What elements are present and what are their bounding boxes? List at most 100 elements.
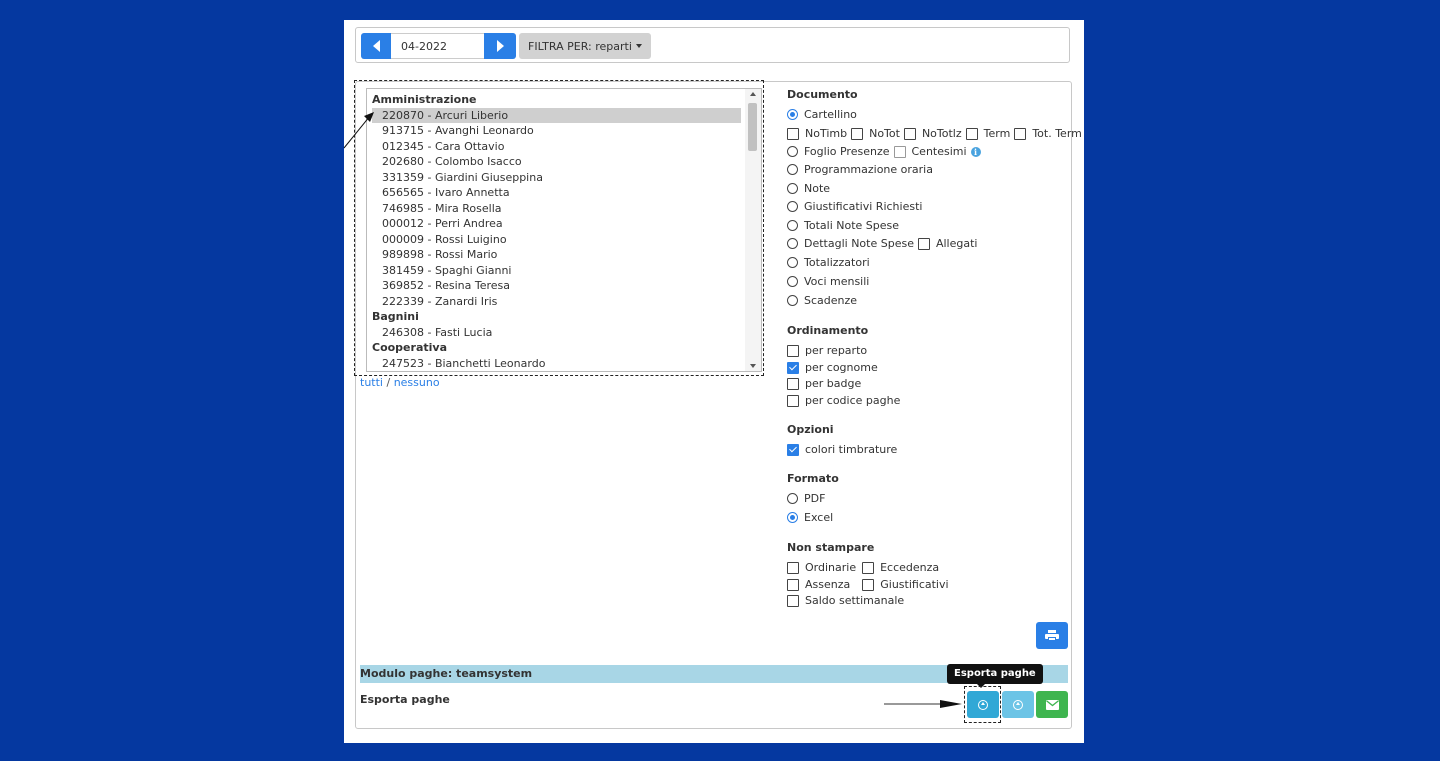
option-per-badge[interactable]: per badge [787,377,861,390]
label-notimb: NoTimb [805,127,848,140]
checkbox-per-reparto[interactable] [787,344,799,357]
label-totterm: Tot. Term [1032,127,1082,140]
chevron-down-icon [635,44,642,48]
checkbox-per-codice[interactable] [787,394,799,407]
circle-arrow-up-icon [1013,699,1023,710]
label-per-cognome: per cognome [805,361,878,374]
radio-cartellino[interactable] [787,109,798,120]
checkbox-allegati[interactable] [917,237,930,250]
label-cartellino: Cartellino [804,108,857,121]
checkbox-per-badge[interactable] [787,377,799,390]
option-cartellino[interactable]: Cartellino [787,108,857,121]
option-foglio[interactable]: Foglio Presenze Centesimi i [787,145,981,158]
radio-voci[interactable] [787,276,798,287]
section-title-non-stampare: Non stampare [787,541,875,554]
select-none-link[interactable]: nessuno [394,376,440,389]
month-input[interactable] [391,33,484,59]
checkbox-term[interactable] [965,127,978,140]
scroll-down-icon[interactable] [750,364,756,368]
info-icon[interactable]: i [970,146,981,157]
checkbox-giustificativi-ns[interactable] [862,578,875,591]
employee-item[interactable]: 331359 - Giardini Giuseppina [372,170,741,186]
option-per-codice[interactable]: per codice paghe [787,394,900,407]
list-scrollbar[interactable] [745,89,761,371]
caret-right-icon [496,40,504,52]
option-totali-note[interactable]: Totali Note Spese [787,219,899,232]
employee-item[interactable]: 246308 - Fasti Lucia [372,325,741,341]
employee-item[interactable]: 913715 - Avanghi Leonardo [372,123,741,139]
employee-item[interactable]: 247523 - Bianchetti Leonardo [372,356,741,372]
radio-programmazione[interactable] [787,164,798,175]
label-pdf: PDF [804,492,826,505]
checkbox-totterm[interactable] [1014,127,1027,140]
option-voci[interactable]: Voci mensili [787,275,869,288]
employee-item[interactable]: 656565 - Ivaro Annetta [372,185,741,201]
next-month-button[interactable] [484,33,516,59]
option-pdf[interactable]: PDF [787,492,825,505]
scroll-up-icon[interactable] [750,92,756,96]
radio-totalizzatori[interactable] [787,257,798,268]
report-card: FILTRA PER: reparti Amministrazione 2208… [343,20,1084,743]
label-per-badge: per badge [805,377,862,390]
employee-item[interactable]: 746985 - Mira Rosella [372,201,741,217]
label-giustificativi-ns: Giustificativi [880,578,949,591]
employee-item[interactable]: 381459 - Spaghi Gianni [372,263,741,279]
option-saldo[interactable]: Saldo settimanale [787,594,904,607]
email-button[interactable] [1036,691,1068,718]
employee-item[interactable]: 012345 - Cara Ottavio [372,139,741,155]
option-totalizzatori[interactable]: Totalizzatori [787,256,870,269]
checkbox-per-cognome[interactable] [787,361,799,374]
radio-excel[interactable] [787,512,798,523]
radio-totali-note[interactable] [787,220,798,231]
print-button[interactable] [1036,622,1068,649]
radio-giustificativi[interactable] [787,201,798,212]
option-excel[interactable]: Excel [787,511,833,524]
radio-pdf[interactable] [787,493,798,504]
option-programmazione[interactable]: Programmazione oraria [787,163,933,176]
option-giustificativi[interactable]: Giustificativi Richiesti [787,200,922,213]
radio-foglio[interactable] [787,146,798,157]
checkbox-nototlz[interactable] [903,127,916,140]
label-totali-note: Totali Note Spese [804,219,900,232]
employee-item[interactable]: 369852 - Resina Teresa [372,278,741,294]
option-note[interactable]: Note [787,182,830,195]
checkbox-eccedenza[interactable] [862,561,875,574]
option-colori[interactable]: colori timbrature [787,443,897,456]
checkbox-colori[interactable] [787,443,799,456]
employee-item-selected[interactable]: 220870 - Arcuri Liberio [372,107,741,123]
employee-item[interactable]: 222339 - Zanardi Iris [372,294,741,310]
group-header: Cooperativa [372,341,447,354]
employee-item[interactable]: 989898 - Rossi Mario [372,247,741,263]
employee-item[interactable]: 000012 - Perri Andrea [372,216,741,232]
section-title-documento: Documento [787,88,858,101]
employee-item[interactable]: 000009 - Rossi Luigino [372,232,741,248]
employee-list[interactable]: Amministrazione 220870 - Arcuri Liberio … [366,88,762,372]
checkbox-assenza[interactable] [787,578,799,591]
radio-scadenze[interactable] [787,295,798,306]
radio-dettagli-note[interactable] [787,238,798,249]
option-per-cognome[interactable]: per cognome [787,361,878,374]
select-all-link[interactable]: tutti [360,376,383,389]
export-alt-button[interactable] [1002,691,1034,718]
section-title-ordinamento: Ordinamento [787,324,869,337]
export-label: Esporta paghe [360,693,450,706]
option-dettagli-note[interactable]: Dettagli Note Spese Allegati [787,237,977,250]
employee-item[interactable]: 202680 - Colombo Isacco [372,154,741,170]
radio-note[interactable] [787,183,798,194]
label-allegati: Allegati [935,237,978,250]
export-paghe-button[interactable] [967,691,999,718]
export-tooltip: Esporta paghe [947,664,1043,688]
circle-arrow-up-icon [978,699,988,710]
prev-month-button[interactable] [361,33,391,59]
filter-dropdown[interactable]: FILTRA PER: reparti [519,33,651,59]
option-scadenze[interactable]: Scadenze [787,294,857,307]
checkbox-centesimi[interactable] [893,145,906,158]
checkbox-notimb[interactable] [787,127,799,140]
report-panel: Amministrazione 220870 - Arcuri Liberio … [343,80,1082,729]
checkbox-saldo[interactable] [787,594,799,607]
option-per-reparto[interactable]: per reparto [787,344,867,357]
option-row-cartellino-flags: NoTimb NoTot NoTotlz Term Tot. Term [787,127,1082,140]
checkbox-notot[interactable] [851,127,864,140]
checkbox-ordinarie[interactable] [787,561,799,574]
scroll-thumb[interactable] [748,103,757,151]
